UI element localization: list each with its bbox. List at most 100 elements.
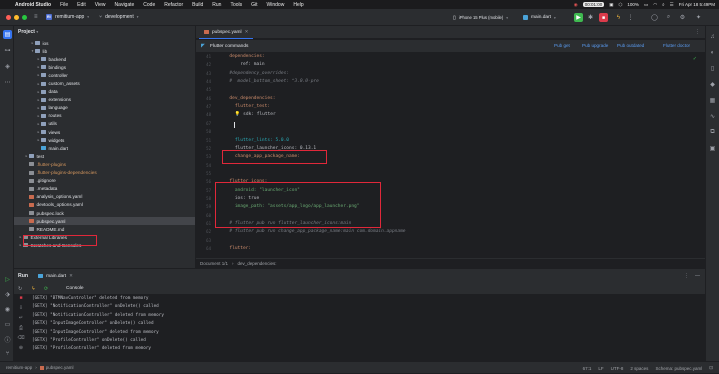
tab-more-icon[interactable]: ⋮ [695, 29, 700, 35]
pin-icon[interactable]: ⊕ [17, 344, 25, 352]
breadcrumb-node[interactable]: dev_dependencies: [238, 261, 277, 266]
menu-tools[interactable]: Tools [230, 2, 242, 8]
run-button[interactable]: ▶ [574, 13, 583, 22]
code-line[interactable]: android: "launcher_icon" [224, 188, 300, 193]
flutter-hot-reload-icon[interactable]: ϟ [614, 13, 623, 22]
more-icon[interactable]: ⋮ [684, 273, 689, 279]
wifi-icon[interactable]: ◠ [653, 2, 657, 8]
tree-item-scratches-and-consoles[interactable]: ▸ Scratches and Consoles [14, 241, 195, 249]
tree-item-pubspec-lock[interactable]: pubspec.lock [14, 209, 195, 217]
json-schema[interactable]: Schema: pubspec.yaml [655, 366, 702, 371]
recording-icon[interactable]: ◉ [574, 2, 578, 8]
print-icon[interactable]: ⎙ [17, 324, 25, 332]
commit-tool-icon[interactable]: ⊶ [3, 46, 12, 55]
tree-item-devtools-options-yaml[interactable]: devtools_options.yaml [14, 201, 195, 209]
app-name-menu[interactable]: Android Studio [15, 2, 51, 8]
tree-item-views[interactable]: ▸ views [14, 128, 195, 136]
menu-help[interactable]: Help [293, 2, 303, 8]
caret-position[interactable]: 67:1 [583, 366, 592, 371]
clear-all-icon[interactable]: ⌫ [17, 334, 25, 342]
tree-item-extensions[interactable]: ▸ extensions [14, 96, 195, 104]
tree-item-flutter-plugins-dependencies[interactable]: .flutter-plugins-dependencies [14, 169, 195, 177]
build-variants-icon[interactable]: ⬗ [3, 290, 12, 299]
tab-pubspec-yaml[interactable]: pubspec.yaml ✕ [199, 26, 254, 39]
menubar-datetime[interactable]: Fri Apr 18 5:49PM [679, 2, 715, 7]
problems-icon[interactable]: ⓘ [3, 335, 12, 344]
flutter-doctor-link[interactable]: Flutter doctor [663, 43, 690, 48]
minimize-panel-icon[interactable]: — [695, 273, 700, 279]
scroll-to-end-icon[interactable]: ⇩ [17, 304, 25, 312]
menubar-extra-icon-2[interactable]: ⬡ [618, 2, 622, 8]
code-line[interactable]: flutter_lints: 5.0.0 [224, 138, 289, 143]
status-project[interactable]: remitium-app [6, 365, 32, 370]
pub-get-link[interactable]: Pub get [554, 43, 570, 48]
tree-item-language[interactable]: ▸ language [14, 104, 195, 112]
flutter-hot-reload-icon[interactable]: ϟ [32, 286, 35, 292]
timer-indicator[interactable]: 00:01:00 [582, 2, 605, 7]
code-line[interactable]: dev_dependencies: [224, 96, 275, 101]
project-tool-icon[interactable]: ▤ [3, 30, 12, 39]
search-icon[interactable]: ⌕ [662, 2, 665, 7]
tree-item-gitignore[interactable]: .gitignore [14, 177, 195, 185]
tree-item-ios[interactable]: ▸ ios [14, 39, 195, 47]
search-everywhere-icon[interactable]: ⌕ [664, 13, 673, 22]
tree-item-bindings[interactable]: ▸ bindings [14, 63, 195, 71]
project-panel-title[interactable]: Project ▾ [18, 29, 38, 35]
hot-restart-icon[interactable]: ⟳ [44, 286, 48, 292]
code-line[interactable]: flutter_launcher_icons: 0.13.1 [224, 146, 316, 151]
debug-button[interactable]: ✱ [586, 13, 595, 22]
device-manager-icon[interactable]: ▯ [708, 64, 717, 73]
close-icon[interactable]: ✕ [69, 273, 73, 279]
tree-item-external-libraries[interactable]: ▸ External Libraries [14, 233, 195, 241]
git-icon[interactable]: ⑂ [3, 349, 12, 358]
more-actions-icon[interactable]: ⋮ [626, 13, 635, 22]
menu-window[interactable]: Window [267, 2, 285, 8]
vcs-branch-switcher[interactable]: ⑂ development ▾ [99, 14, 138, 20]
flutter-outline-icon[interactable]: ▦ [708, 96, 717, 105]
code-line[interactable]: # model_bottom_sheet: ^3.0.0-pre [224, 79, 318, 84]
menu-git[interactable]: Git [251, 2, 257, 8]
file-encoding[interactable]: UTF-8 [611, 366, 624, 371]
gemini-icon[interactable]: ✦ [694, 13, 703, 22]
tree-item-routes[interactable]: ▸ routes [14, 112, 195, 120]
tree-item-metadata[interactable]: .metadata [14, 185, 195, 193]
code-line[interactable]: 💡 sdk: flutter [224, 112, 276, 117]
flutter-performance-icon[interactable]: ∿ [708, 112, 717, 121]
stop-icon[interactable]: ■ [17, 294, 25, 302]
code-line[interactable]: flutter_test: [224, 104, 270, 109]
menu-code[interactable]: Code [143, 2, 155, 8]
breadcrumb-document[interactable]: Document 1/1 [200, 261, 228, 266]
tree-item-utils[interactable]: ▸ utils [14, 120, 195, 128]
code-line[interactable]: # flutter pub run flutter_launcher_icons… [224, 221, 351, 226]
logcat-icon[interactable]: ◉ [3, 305, 12, 314]
terminal-icon[interactable]: ▭ [3, 320, 12, 329]
tree-item-data[interactable]: ▸ data [14, 88, 195, 96]
menu-file[interactable]: File [60, 2, 68, 8]
code-line[interactable]: # flutter pub run change_app_package_nam… [224, 229, 405, 234]
run-tab-main-dart[interactable]: main.dart ✕ [38, 273, 73, 279]
more-tools-icon[interactable]: ⋯ [3, 78, 12, 87]
code-line[interactable]: dependencies: [224, 54, 264, 59]
tree-item-analysis-options-yaml[interactable]: analysis_options.yaml [14, 193, 195, 201]
gradle-icon[interactable]: ◐ [708, 48, 717, 57]
zoom-window-dot[interactable] [22, 14, 27, 20]
close-window-dot[interactable] [6, 14, 11, 20]
tree-item-pubspec-yaml[interactable]: pubspec.yaml [14, 217, 195, 226]
soft-wrap-icon[interactable]: ↵ [17, 314, 25, 322]
tree-item-main-dart[interactable]: main.dart [14, 144, 195, 152]
control-center-icon[interactable]: ☰ [670, 2, 674, 8]
status-file[interactable]: pubspec.yaml [46, 365, 74, 370]
device-selector[interactable]: ▯ iPhone 15 Plus (mobile) ▾ [447, 12, 522, 23]
console-tab[interactable]: Console [66, 286, 84, 291]
code-line[interactable]: ref: main [224, 62, 264, 67]
tree-item-controller[interactable]: ▸ controller [14, 71, 195, 79]
menubar-extra-icon[interactable]: ▣ [609, 2, 613, 8]
pub-outdated-link[interactable]: Pub outdated [617, 43, 644, 48]
code-line[interactable]: #dependency_overrides: [224, 71, 289, 76]
menu-edit[interactable]: Edit [77, 2, 86, 8]
code-line[interactable]: flutter: [224, 246, 251, 251]
code-content[interactable]: dependencies: ref: main #dependency_over… [224, 54, 702, 256]
stop-button[interactable]: ■ [599, 13, 608, 22]
menu-run[interactable]: Run [212, 2, 221, 8]
menu-navigate[interactable]: Navigate [115, 2, 135, 8]
